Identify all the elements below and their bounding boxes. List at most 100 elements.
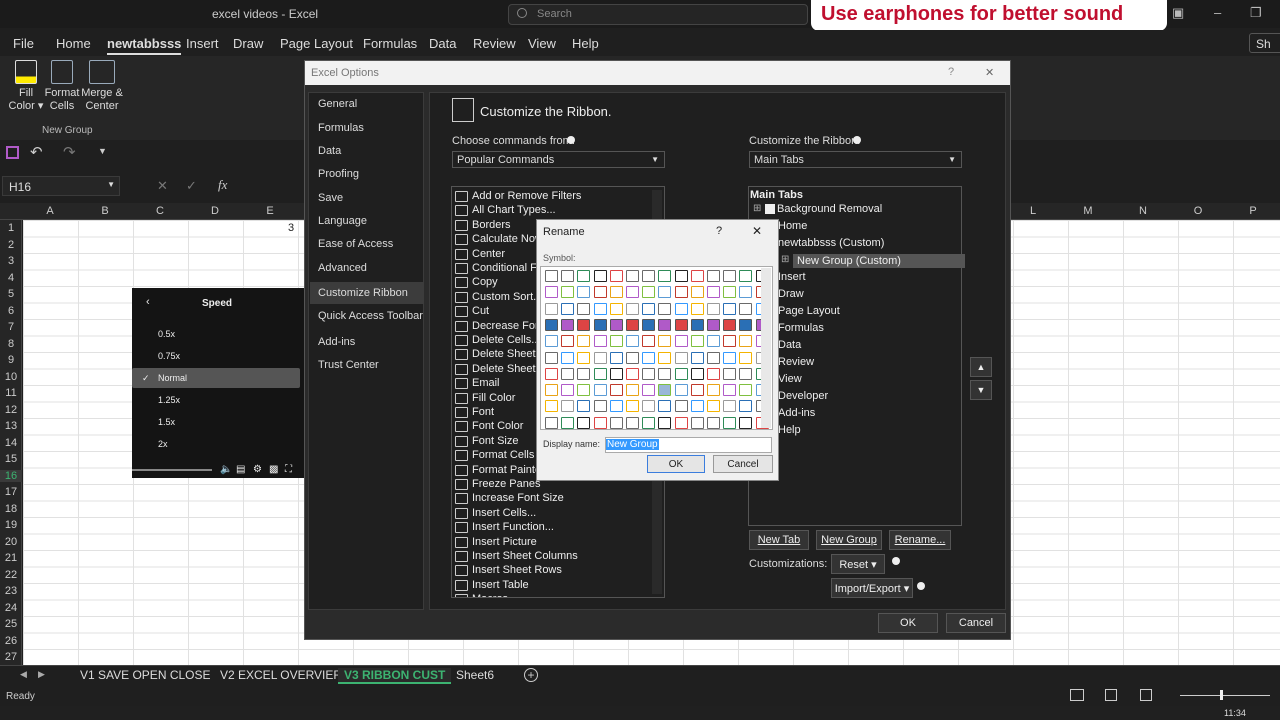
row-header[interactable]: 11 bbox=[0, 387, 22, 399]
symbol-icon[interactable] bbox=[545, 270, 558, 282]
rename-ok-button[interactable]: OK bbox=[647, 455, 705, 473]
command-item[interactable]: Insert Sheet Columns bbox=[472, 550, 578, 562]
row-header[interactable]: 4 bbox=[0, 272, 22, 284]
row-header[interactable]: 27 bbox=[0, 651, 22, 663]
symbol-icon[interactable] bbox=[545, 400, 558, 413]
symbol-icon[interactable] bbox=[707, 384, 720, 397]
row-header[interactable]: 3 bbox=[0, 255, 22, 267]
add-sheet-icon[interactable]: + bbox=[524, 668, 538, 682]
merge-center-button[interactable]: Merge & Center bbox=[80, 60, 124, 113]
rename-button[interactable]: Rename... bbox=[889, 530, 951, 550]
symbol-icon[interactable] bbox=[626, 416, 639, 429]
symbol-icon[interactable] bbox=[561, 318, 575, 331]
symbol-icon[interactable] bbox=[658, 335, 672, 348]
main-tabs-tree[interactable]: Main Tabs Background Removal Home newtabbs… bbox=[748, 186, 965, 526]
column-header[interactable]: P bbox=[1243, 205, 1263, 217]
row-header[interactable]: 23 bbox=[0, 585, 22, 597]
row-header[interactable]: 7 bbox=[0, 321, 22, 333]
symbol-icon[interactable] bbox=[577, 318, 591, 331]
cell-e1[interactable]: 3 bbox=[288, 222, 294, 234]
symbol-icon[interactable] bbox=[577, 286, 591, 299]
symbol-icon[interactable] bbox=[674, 286, 688, 299]
fill-color-button[interactable]: Fill Color ▾ bbox=[6, 60, 46, 113]
speed-option[interactable]: 1.5x bbox=[158, 417, 175, 427]
scroll-right-icon[interactable]: ▶ bbox=[38, 669, 45, 680]
nav-language[interactable]: Language bbox=[318, 215, 367, 227]
expand-icon[interactable]: ⊞ bbox=[753, 203, 761, 214]
symbol-icon[interactable] bbox=[674, 351, 688, 364]
symbol-icon[interactable] bbox=[593, 270, 607, 282]
tab-file[interactable]: File bbox=[13, 36, 34, 51]
tree-item[interactable]: Help bbox=[778, 424, 801, 436]
column-header[interactable]: C bbox=[150, 205, 170, 217]
choose-commands-select[interactable]: Popular Commands ▼ bbox=[452, 151, 665, 168]
symbol-icon[interactable] bbox=[593, 367, 607, 380]
row-header[interactable]: 6 bbox=[0, 305, 22, 317]
symbol-icon[interactable] bbox=[545, 384, 558, 397]
symbol-icon[interactable] bbox=[739, 302, 753, 315]
symbol-icon[interactable] bbox=[739, 384, 753, 397]
symbol-icon[interactable] bbox=[626, 351, 639, 364]
expand-icon[interactable]: ⊞ bbox=[781, 254, 789, 265]
row-header[interactable]: 26 bbox=[0, 635, 22, 647]
nav-customize-ribbon[interactable]: Customize Ribbon bbox=[310, 282, 424, 304]
symbol-icon[interactable] bbox=[577, 270, 591, 282]
symbol-icon[interactable] bbox=[723, 416, 737, 429]
speed-option[interactable]: 2x bbox=[158, 439, 168, 449]
minimize-icon[interactable]: – bbox=[1214, 5, 1221, 20]
symbol-icon[interactable] bbox=[642, 367, 656, 380]
symbol-icon[interactable] bbox=[707, 270, 720, 282]
zoom-slider-thumb[interactable] bbox=[1220, 690, 1223, 700]
row-header[interactable]: 14 bbox=[0, 437, 22, 449]
customize-qat-icon[interactable]: ▼ bbox=[98, 146, 107, 156]
nav-trust-center[interactable]: Trust Center bbox=[318, 359, 379, 371]
command-item[interactable]: Insert Function... bbox=[472, 521, 554, 533]
symbol-icon[interactable] bbox=[674, 270, 688, 282]
nav-quick-access-toolbar[interactable]: Quick Access Toolbar bbox=[318, 310, 423, 322]
command-item[interactable]: Insert Sheet Rows bbox=[472, 564, 562, 576]
undo-icon[interactable]: ↶ bbox=[30, 143, 43, 161]
symbol-icon[interactable] bbox=[658, 318, 672, 331]
sheet-tab-active[interactable]: V3 RIBBON CUST bbox=[338, 668, 452, 684]
video-progress[interactable] bbox=[132, 469, 212, 471]
symbol-icon[interactable] bbox=[707, 400, 720, 413]
symbol-icon[interactable] bbox=[593, 351, 607, 364]
share-button[interactable]: Sh bbox=[1249, 33, 1280, 53]
command-item[interactable]: Copy bbox=[472, 276, 498, 288]
symbol-icon[interactable] bbox=[674, 367, 688, 380]
symbol-icon[interactable] bbox=[723, 351, 737, 364]
page-layout-view-icon[interactable] bbox=[1105, 689, 1117, 701]
column-header[interactable]: L bbox=[1023, 205, 1043, 217]
symbol-icon[interactable] bbox=[642, 400, 656, 413]
symbol-icon[interactable] bbox=[707, 302, 720, 315]
symbol-icon[interactable] bbox=[593, 384, 607, 397]
symbol-icon[interactable] bbox=[577, 351, 591, 364]
tree-item[interactable]: Home bbox=[778, 220, 807, 232]
column-header[interactable]: E bbox=[260, 205, 280, 217]
close-icon[interactable]: ✕ bbox=[752, 224, 762, 238]
ribbon-display-icon[interactable]: ▣ bbox=[1172, 5, 1184, 21]
symbol-icon[interactable] bbox=[707, 286, 720, 299]
row-header[interactable]: 9 bbox=[0, 354, 22, 366]
symbol-icon[interactable] bbox=[577, 335, 591, 348]
symbol-icon[interactable] bbox=[690, 302, 704, 315]
speed-option[interactable]: 1.25x bbox=[158, 395, 180, 405]
tab-newtabbsss[interactable]: newtabbsss bbox=[107, 36, 182, 55]
tree-item[interactable]: Page Layout bbox=[778, 305, 840, 317]
symbol-icon[interactable] bbox=[609, 351, 623, 364]
tab-home[interactable]: Home bbox=[56, 36, 91, 51]
symbol-icon[interactable] bbox=[723, 286, 737, 299]
command-item[interactable]: Borders bbox=[472, 219, 511, 231]
rename-cancel-button[interactable]: Cancel bbox=[713, 455, 773, 473]
symbol-icon[interactable] bbox=[707, 416, 720, 429]
symbol-icon[interactable] bbox=[593, 318, 607, 331]
miniplayer-icon[interactable]: ▩ bbox=[269, 464, 278, 475]
move-up-button[interactable]: ▲ bbox=[970, 357, 992, 377]
speed-option[interactable]: 0.75x bbox=[158, 351, 180, 361]
symbol-icon[interactable] bbox=[674, 302, 688, 315]
symbol-icon[interactable] bbox=[593, 335, 607, 348]
command-item[interactable]: Center bbox=[472, 248, 505, 260]
tree-item[interactable]: Draw bbox=[778, 288, 804, 300]
symbol-icon[interactable] bbox=[609, 367, 623, 380]
symbol-icon[interactable] bbox=[642, 286, 656, 299]
